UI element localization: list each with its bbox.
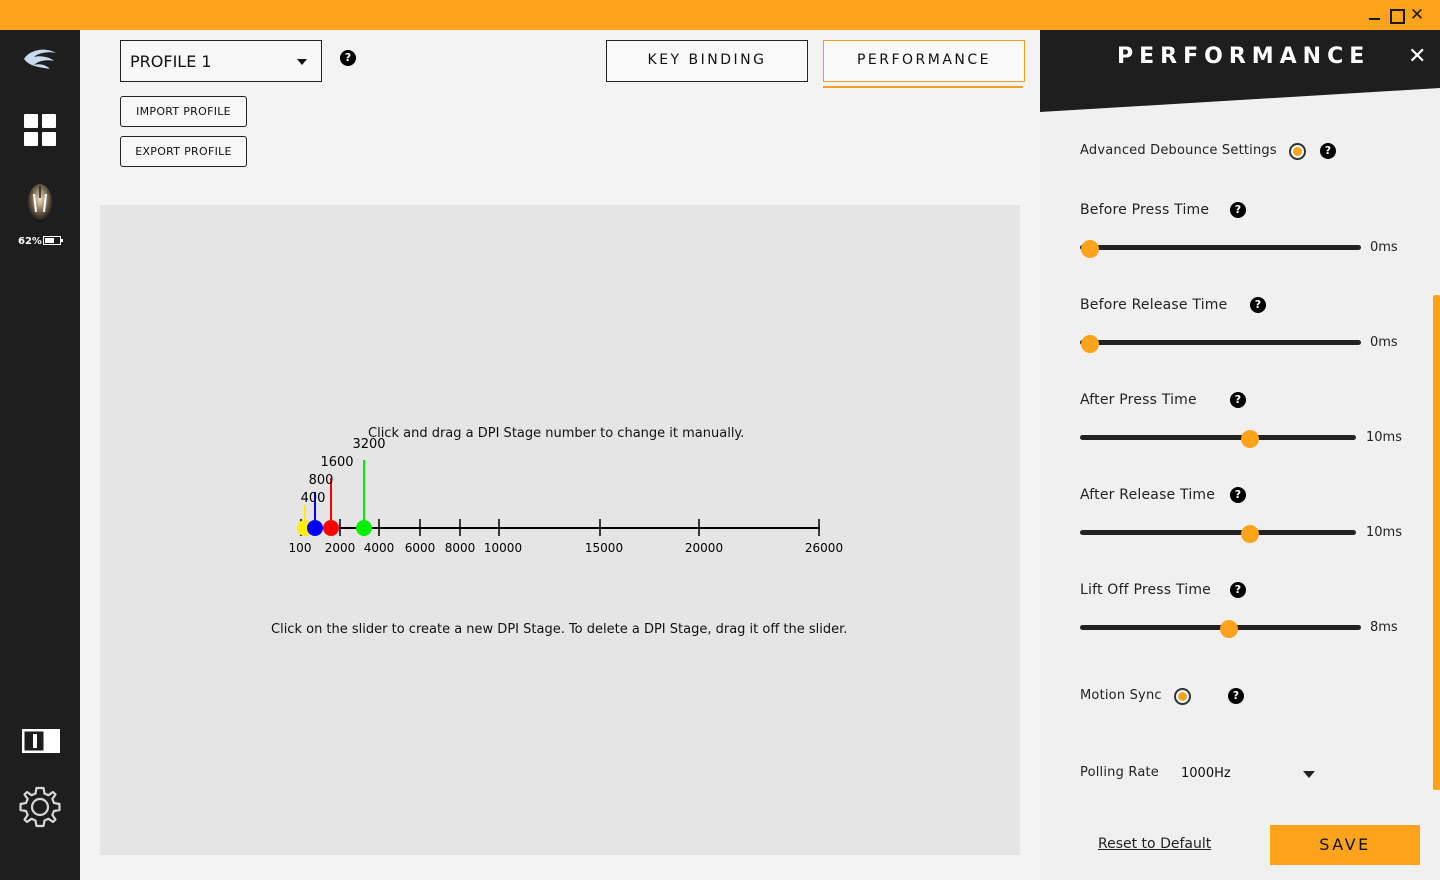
polling-rate-value: 1000Hz — [1181, 766, 1231, 781]
dpi-stage-label[interactable]: 3200 — [352, 437, 385, 452]
advanced-debounce-toggle[interactable] — [1289, 143, 1306, 160]
slider-label: After Press Time — [1080, 392, 1197, 408]
profile-help-icon[interactable]: ? — [340, 50, 356, 66]
dpi-tick-label: 4000 — [364, 541, 395, 555]
slider-label: Before Press Time — [1080, 202, 1210, 218]
dpi-tick-label: 15000 — [585, 541, 623, 555]
motion-sync-help-icon[interactable]: ? — [1228, 688, 1244, 704]
slider-label: Lift Off Press Time — [1080, 582, 1211, 598]
battery-fill — [45, 238, 54, 243]
motion-sync-toggle[interactable] — [1174, 688, 1191, 705]
dpi-tick-label: 8000 — [445, 541, 476, 555]
window-close-icon[interactable]: ✕ — [1407, 5, 1427, 25]
slider-value: 10ms — [1366, 430, 1402, 445]
title-bar: ✕ — [0, 0, 1440, 30]
dpi-tick-label: 2000 — [325, 541, 356, 555]
dpi-stage-label[interactable]: 1600 — [320, 455, 353, 470]
panel-scrollbar[interactable] — [1433, 295, 1440, 790]
slider-value: 8ms — [1370, 620, 1398, 635]
slider-value: 10ms — [1366, 525, 1402, 540]
dpi-tick-label: 100 — [289, 541, 312, 555]
profile-select[interactable]: PROFILE 1 — [120, 40, 322, 82]
tab-key-binding[interactable]: KEY BINDING — [606, 40, 808, 82]
slider-track[interactable] — [1080, 430, 1356, 448]
dpi-slider[interactable]: 100 2000 4000 6000 8000 10000 15000 20000 26000 4… — [100, 205, 1020, 855]
battery-icon — [43, 236, 63, 245]
slider-help-icon[interactable]: ? — [1230, 392, 1246, 408]
active-tab-indicator — [823, 86, 1023, 88]
chevron-down-icon — [297, 59, 307, 65]
dpi-stage-label[interactable]: 400 — [301, 491, 326, 506]
sidebar: 62% — [0, 30, 80, 880]
dpi-stage-handle[interactable] — [323, 520, 339, 536]
dpi-tick-label: 20000 — [685, 541, 723, 555]
slider-help-icon[interactable]: ? — [1230, 202, 1246, 218]
battery-percentage: 62% — [18, 236, 42, 247]
dpi-stage-label[interactable]: 800 — [309, 473, 334, 488]
slider-thumb[interactable] — [1081, 240, 1099, 258]
gear-icon[interactable] — [18, 785, 62, 829]
slider-thumb[interactable] — [1081, 335, 1099, 353]
save-button[interactable]: SAVE — [1270, 825, 1420, 865]
advanced-debounce-label: Advanced Debounce Settings — [1080, 143, 1277, 158]
dpi-tick-label: 6000 — [405, 541, 436, 555]
maximize-icon[interactable] — [1386, 5, 1406, 25]
panel-icon[interactable] — [21, 728, 61, 754]
dpi-create-hint: Click on the slider to create a new DPI … — [271, 622, 848, 637]
dpi-stage-handle[interactable] — [307, 520, 323, 536]
polling-rate-label: Polling Rate — [1080, 765, 1159, 780]
panel-close-icon[interactable]: ✕ — [1408, 44, 1426, 69]
slider-value: 0ms — [1370, 240, 1398, 255]
dpi-tick-label: 26000 — [805, 541, 843, 555]
tab-performance[interactable]: PERFORMANCE — [823, 40, 1025, 82]
grid-icon[interactable] — [24, 114, 56, 146]
slider-thumb[interactable] — [1241, 525, 1259, 543]
chevron-down-icon — [1303, 771, 1315, 778]
polling-rate-select[interactable]: 1000Hz — [1170, 762, 1320, 786]
performance-panel-title: PERFORMANCE — [1117, 44, 1371, 69]
slider-track[interactable] — [1080, 240, 1361, 258]
slider-track[interactable] — [1080, 620, 1361, 638]
slider-label: After Release Time — [1080, 487, 1216, 503]
slider-track[interactable] — [1080, 525, 1356, 543]
slider-help-icon[interactable]: ? — [1230, 487, 1246, 503]
dpi-tick-label: 10000 — [484, 541, 522, 555]
slider-value: 0ms — [1370, 335, 1398, 350]
dpi-stage-area: Click and drag a DPI Stage number to cha… — [100, 205, 1020, 855]
minimize-icon[interactable] — [1365, 5, 1385, 25]
dpi-stage-handle[interactable] — [356, 520, 372, 536]
slider-help-icon[interactable]: ? — [1250, 297, 1266, 313]
export-profile-button[interactable]: EXPORT PROFILE — [120, 136, 247, 167]
mouse-icon[interactable] — [25, 182, 55, 224]
logo-icon[interactable] — [20, 45, 60, 73]
motion-sync-label: Motion Sync — [1080, 688, 1162, 703]
reset-to-default-link[interactable]: Reset to Default — [1098, 836, 1211, 852]
slider-track[interactable] — [1080, 335, 1361, 353]
import-profile-button[interactable]: IMPORT PROFILE — [120, 96, 247, 127]
slider-thumb[interactable] — [1241, 430, 1259, 448]
advanced-debounce-help-icon[interactable]: ? — [1320, 143, 1336, 159]
profile-select-value: PROFILE 1 — [130, 52, 212, 71]
slider-help-icon[interactable]: ? — [1230, 582, 1246, 598]
slider-label: Before Release Time — [1080, 297, 1228, 313]
